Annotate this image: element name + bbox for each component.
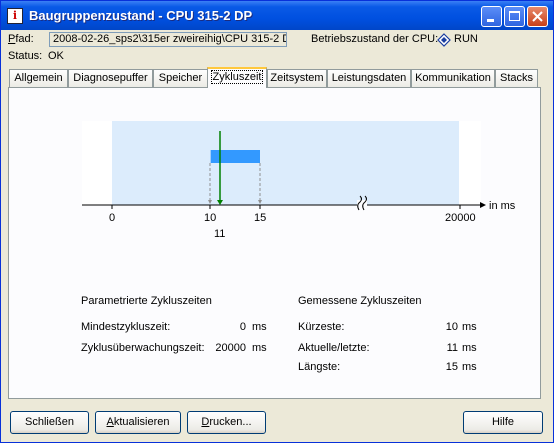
min-marker-arrow-icon [208, 200, 212, 204]
cycle-monitoring-time-value: 20000 [215, 342, 246, 354]
measured-heading: Gemessene Zykluszeiten [298, 295, 422, 307]
tick-label-0: 0 [109, 212, 116, 224]
shortest-value: 10 [445, 321, 458, 333]
current-last-label: Aktuelle/letzte: [298, 342, 370, 354]
tick-label-20000: 20000 [445, 212, 476, 224]
max-marker-arrow-icon [258, 200, 262, 204]
close-button[interactable]: Schließen [10, 411, 89, 434]
min-cycle-time-label: Mindestzykluszeit: [81, 321, 171, 333]
current-value-label: 11 [214, 228, 226, 240]
refresh-button[interactable]: Aktualisieren [95, 411, 181, 434]
min-cycle-time-value: 0 [239, 321, 246, 333]
tab-cycle-time[interactable]: Zykluszeit [207, 67, 267, 88]
cycle-monitoring-time-unit: ms [252, 342, 267, 354]
print-button[interactable]: Drucken... [187, 411, 266, 434]
axis-arrow-icon [480, 202, 486, 208]
min-cycle-time-unit: ms [252, 321, 267, 333]
tick-label-15: 15 [254, 212, 267, 224]
longest-unit: ms [462, 361, 477, 373]
current-last-unit: ms [462, 342, 477, 354]
tick-label-10: 10 [204, 212, 217, 224]
longest-label: Längste: [298, 361, 341, 373]
axis-unit-label: in ms [489, 200, 516, 212]
cycle-monitoring-time-label: Zyklusüberwachungszeit: [81, 342, 205, 354]
measured-range-bar [210, 150, 260, 163]
current-marker-arrow-icon [217, 200, 223, 205]
shortest-unit: ms [462, 321, 477, 333]
longest-value: 15 [445, 361, 458, 373]
parametrized-heading: Parametrierte Zykluszeiten [81, 295, 212, 307]
shortest-label: Kürzeste: [298, 321, 345, 333]
current-last-value: 11 [446, 342, 458, 354]
help-button[interactable]: Hilfe [463, 411, 543, 434]
